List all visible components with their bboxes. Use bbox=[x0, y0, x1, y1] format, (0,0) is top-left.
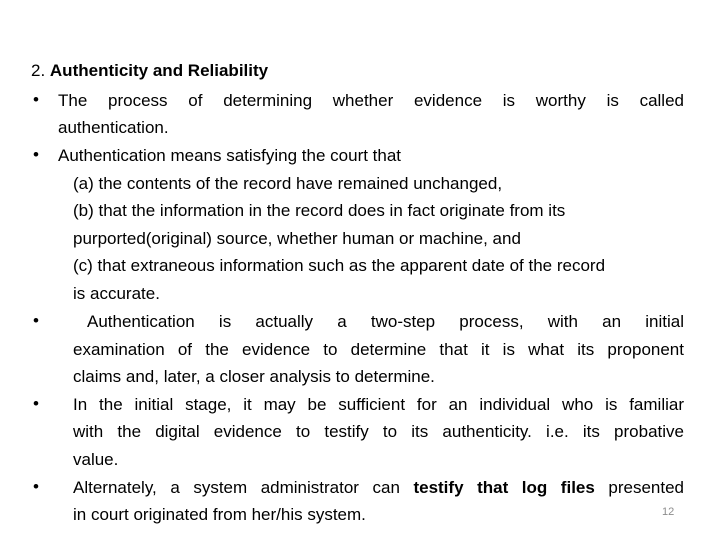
sub-item-c-line-1: (c) that extraneous information such as … bbox=[73, 256, 606, 275]
bullet-3-line-1: Authentication is actually a two-step pr… bbox=[87, 312, 684, 331]
bullet-icon: • bbox=[33, 311, 39, 330]
sub-item-c-line-2: is accurate. bbox=[73, 284, 160, 303]
bullet-5-text-prefix: Alternately, a system administrator can bbox=[73, 478, 414, 497]
bullet-icon: • bbox=[33, 394, 39, 413]
bullet-4-line-3: value. bbox=[73, 450, 119, 469]
bullet-5-text-bold: testify that log files bbox=[413, 478, 595, 497]
slide: 2. Authenticity and Reliability • The pr… bbox=[0, 0, 720, 540]
bullet-1-line-2: authentication. bbox=[58, 118, 169, 137]
bullet-1-line-1: The process of determining whether evide… bbox=[58, 91, 684, 110]
bullet-4-line-2: with the digital evidence to testify to … bbox=[73, 422, 684, 441]
heading-number: 2. bbox=[31, 61, 50, 80]
bullet-3-line-2: examination of the evidence to determine… bbox=[73, 340, 684, 359]
bullet-icon: • bbox=[33, 477, 39, 496]
sub-item-a: (a) the contents of the record have rema… bbox=[73, 174, 503, 193]
bullet-5-text-suffix: presented bbox=[594, 478, 684, 497]
bullet-5-line-2: in court originated from her/his system. bbox=[73, 505, 366, 524]
sub-item-b-line-1: (b) that the information in the record d… bbox=[73, 201, 566, 220]
bullet-4-line-1: In the initial stage, it may be sufficie… bbox=[73, 395, 684, 414]
bullet-5-line-1: Alternately, a system administrator can … bbox=[73, 476, 684, 500]
bullet-icon: • bbox=[33, 145, 39, 164]
slide-heading: 2. Authenticity and Reliability bbox=[31, 59, 268, 83]
page-number: 12 bbox=[662, 506, 675, 518]
heading-title: Authenticity and Reliability bbox=[49, 61, 269, 80]
bullet-3-line-3: claims and, later, a closer analysis to … bbox=[73, 367, 435, 386]
bullet-icon: • bbox=[33, 90, 39, 109]
bullet-2-line-1: Authentication means satisfying the cour… bbox=[58, 146, 402, 165]
sub-item-b-line-2: purported(original) source, whether huma… bbox=[73, 229, 521, 248]
